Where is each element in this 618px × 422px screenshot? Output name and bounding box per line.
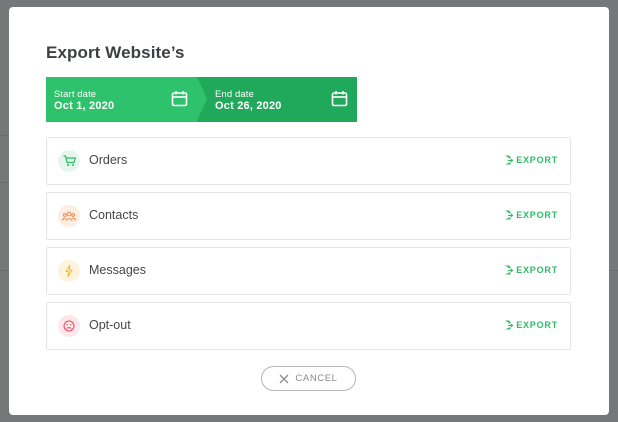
date-range-picker[interactable]: Start date Oct 1, 2020 End date Oct 26, … (46, 77, 357, 122)
calendar-icon[interactable] (331, 90, 348, 107)
export-orders-button[interactable]: EXPORT (504, 155, 558, 165)
export-icon (505, 265, 514, 275)
end-date-value: Oct 26, 2020 (215, 100, 282, 112)
export-opt-out-button[interactable]: EXPORT (504, 320, 558, 330)
export-row-orders: Orders EXPORT (46, 137, 571, 185)
people-icon (58, 205, 80, 227)
export-contacts-button[interactable]: EXPORT (504, 210, 558, 220)
export-row-opt-out: Opt-out EXPORT (46, 302, 571, 350)
export-icon (505, 210, 514, 220)
cancel-button[interactable]: CANCEL (261, 366, 356, 391)
row-label: Contacts (89, 208, 139, 222)
end-date-field[interactable]: End date Oct 26, 2020 (197, 77, 357, 122)
close-icon (279, 374, 289, 383)
row-label: Orders (89, 153, 128, 167)
export-row-contacts: Contacts EXPORT (46, 192, 571, 240)
export-icon (505, 320, 514, 330)
export-label: EXPORT (516, 320, 558, 330)
cart-icon (58, 150, 80, 172)
bolt-icon (58, 260, 80, 282)
export-label: EXPORT (516, 265, 558, 275)
modal-title: Export Website’s (46, 43, 185, 62)
start-date-label: Start date (54, 89, 97, 100)
export-icon (505, 155, 514, 165)
export-label: EXPORT (516, 155, 558, 165)
export-label: EXPORT (516, 210, 558, 220)
export-modal: Export Website’s Start date Oct 1, 2020 … (9, 7, 609, 415)
cancel-label: CANCEL (295, 373, 338, 384)
row-label: Opt-out (89, 318, 131, 332)
end-date-label: End date (215, 89, 254, 100)
export-messages-button[interactable]: EXPORT (504, 265, 558, 275)
start-date-value: Oct 1, 2020 (54, 100, 115, 112)
start-date-field[interactable]: Start date Oct 1, 2020 (46, 77, 207, 122)
calendar-icon[interactable] (171, 90, 188, 107)
export-row-messages: Messages EXPORT (46, 247, 571, 295)
row-label: Messages (89, 263, 146, 277)
export-list: Orders EXPORT Contacts EXPORT Messages E… (46, 137, 571, 357)
frown-icon (58, 315, 80, 337)
